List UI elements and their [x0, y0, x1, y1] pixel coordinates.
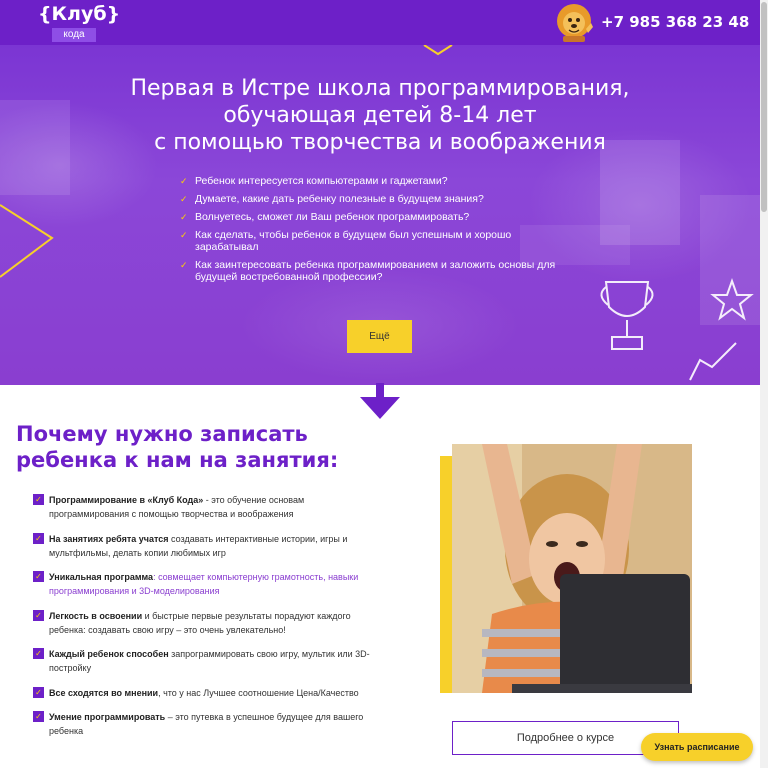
- benefit-bold: Умение программировать: [49, 712, 166, 722]
- benefit-bold: Легкость в освоении: [49, 610, 143, 621]
- benefit-bold: Все сходятся во мнении: [49, 687, 159, 698]
- hero-title-line: обучающая детей 8-14 лет: [223, 103, 537, 128]
- hero-list-item: Думаете, какие дать ребенку полезные в б…: [180, 193, 600, 205]
- benefit-bold: Программирование в «Клуб Кода»: [49, 495, 204, 505]
- happy-child-photo: [452, 444, 692, 693]
- checkbox-icon: ✓: [33, 571, 44, 582]
- benefit-item: ✓ Программирование в «Клуб Кода» - это о…: [33, 493, 378, 521]
- benefit-text: , что у нас Лучшее соотношение Цена/Каче…: [158, 687, 359, 698]
- benefit-bold: На занятиях ребята учатся: [49, 533, 169, 544]
- phone-number[interactable]: +7 985 368 23 48: [601, 13, 749, 31]
- logo-main-text: {Клуб}: [38, 3, 121, 25]
- logo[interactable]: {Клуб} кода: [38, 3, 121, 42]
- checkbox-icon: ✓: [33, 532, 44, 544]
- benefit-item: ✓ На занятиях ребята учатся создавать ин…: [33, 532, 378, 560]
- hero-list-item: Волнуетесь, сможет ли Ваш ребенок програ…: [180, 211, 600, 223]
- hero-question-list: Ребенок интересуется компьютерами и гадж…: [180, 175, 600, 289]
- benefit-item: ✓ Уникальная программа: совмещает компью…: [33, 570, 378, 598]
- hero-title-line: с помощью творчества и воображения: [154, 130, 606, 155]
- benefit-item: ✓ Все сходятся во мнении, что у нас Лучш…: [33, 686, 378, 700]
- benefit-bold: Каждый ребенок способен: [49, 649, 169, 659]
- photo-accent-frame: [440, 456, 452, 693]
- hero-list-item: Ребенок интересуется компьютерами и гадж…: [180, 175, 600, 187]
- more-button[interactable]: Ещё: [347, 320, 412, 353]
- happy-child-illustration: [452, 444, 692, 693]
- checkbox-icon: ✓: [33, 648, 44, 659]
- benefit-bold: Уникальная программа: [49, 572, 154, 582]
- why-section-title: Почему нужно записать ребенка к нам на з…: [16, 422, 339, 472]
- schedule-button[interactable]: Узнать расписание: [641, 733, 753, 761]
- checkbox-icon: ✓: [33, 711, 44, 722]
- lion-mascot-icon: [557, 4, 593, 42]
- checkbox-icon: ✓: [33, 494, 44, 505]
- hero-title: Первая в Истре школа программирования, о…: [60, 75, 700, 156]
- hero-list-item: Как сделать, чтобы ребенок в будущем был…: [180, 229, 540, 253]
- benefit-item: ✓ Каждый ребенок способен запрограммиров…: [33, 647, 378, 675]
- logo-sub-text: кода: [52, 28, 96, 42]
- benefit-item: ✓ Легкость в освоении и быстрые первые р…: [33, 609, 378, 637]
- benefit-item: ✓ Умение программировать – это путевка в…: [33, 710, 378, 738]
- hero-title-line: Первая в Истре школа программирования,: [130, 76, 630, 101]
- checkbox-icon: ✓: [33, 686, 44, 698]
- arrow-down-icon: [360, 383, 400, 419]
- checkbox-icon: ✓: [33, 609, 44, 621]
- scrollbar-thumb[interactable]: [761, 2, 767, 212]
- hero-section: Первая в Истре школа программирования, о…: [0, 45, 760, 385]
- benefits-list: ✓ Программирование в «Клуб Кода» - это о…: [33, 493, 378, 749]
- site-header: {Клуб} кода +7 985 368 23 48: [0, 0, 760, 45]
- hero-list-item: Как заинтересовать ребенка программирова…: [180, 259, 580, 283]
